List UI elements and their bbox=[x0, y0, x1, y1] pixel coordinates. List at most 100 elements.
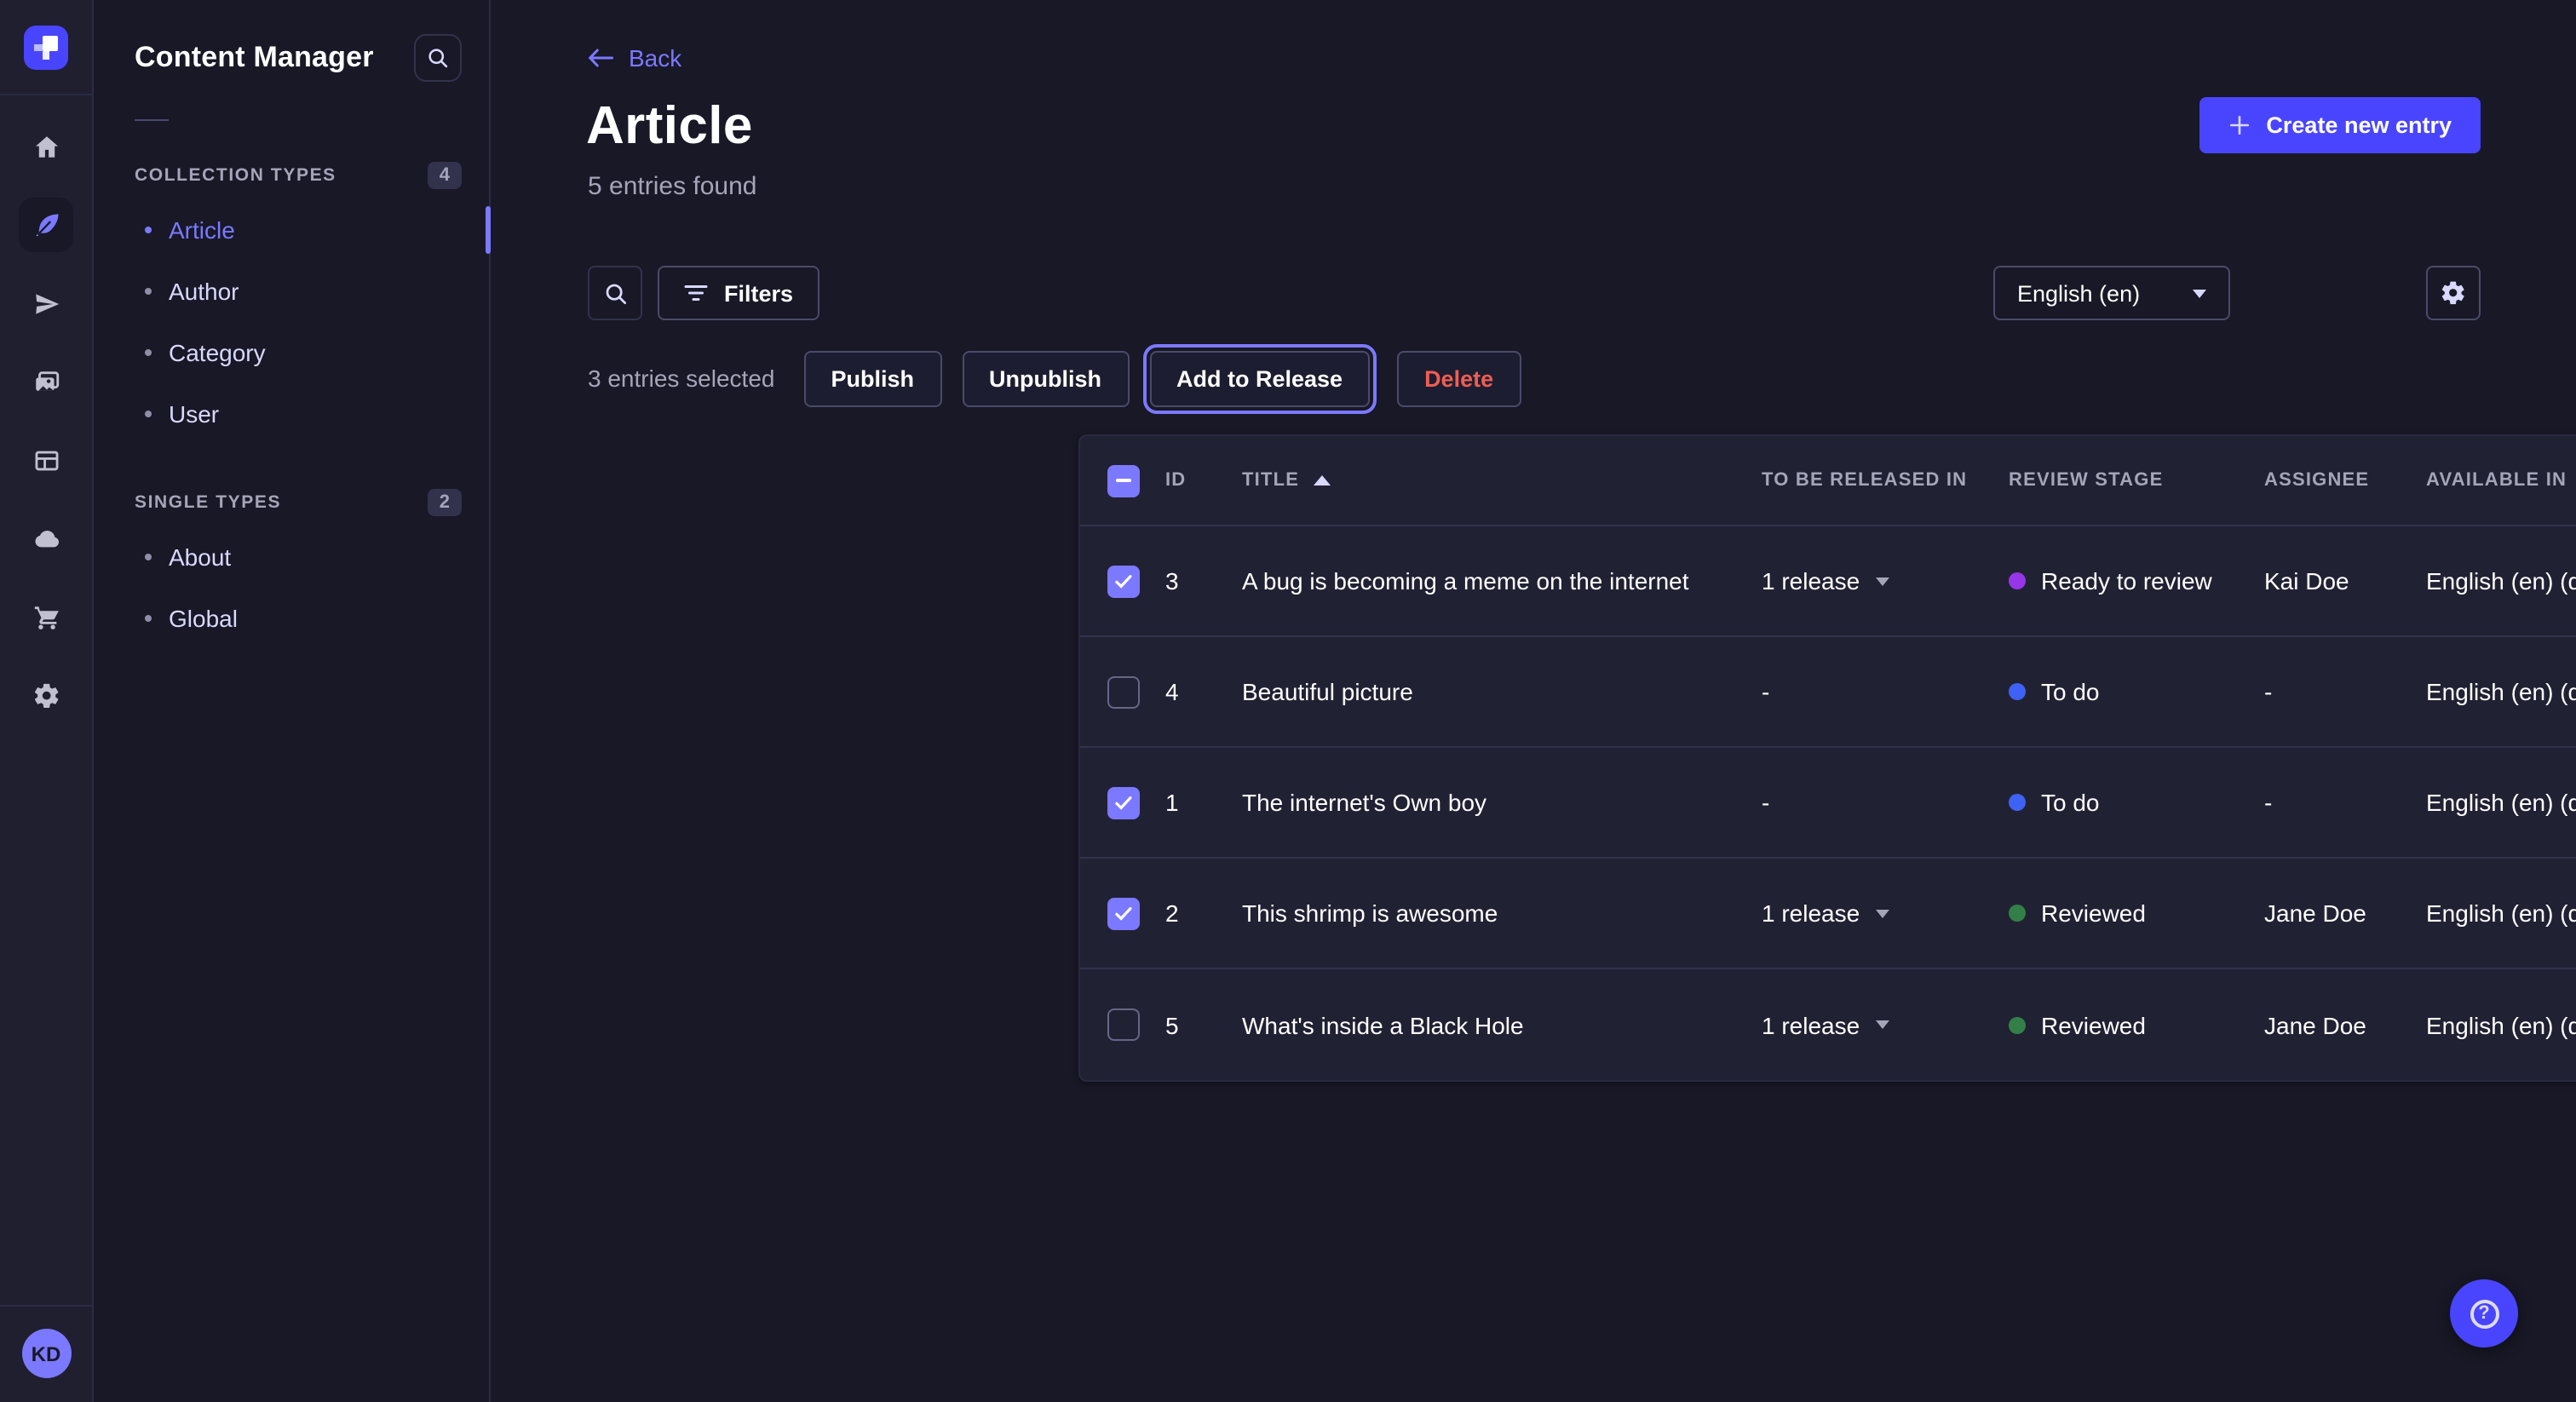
question-mark-icon: ? bbox=[2470, 1299, 2498, 1328]
cell-review-stage: To do bbox=[2009, 678, 2264, 705]
view-settings-button[interactable] bbox=[2426, 266, 2481, 320]
sidebar-item-global[interactable]: Global bbox=[94, 588, 489, 649]
filters-label: Filters bbox=[724, 280, 793, 306]
section-count-badge: 4 bbox=[428, 162, 462, 189]
available-locale: English (en) (default) bbox=[2426, 789, 2576, 816]
nav-releases[interactable] bbox=[19, 276, 73, 330]
cell-available-in: English (en) (default) bbox=[2426, 567, 2576, 595]
section-count-badge: 2 bbox=[428, 489, 462, 516]
table-header-row: ID TITLE TO BE RELEASED IN REVIEW STAGE … bbox=[1080, 436, 2576, 526]
table-row[interactable]: 2 This shrimp is awesome 1 release Revie… bbox=[1080, 859, 2576, 969]
bullet-icon bbox=[145, 411, 152, 417]
entries-count: 5 entries found bbox=[588, 172, 757, 201]
strapi-logo[interactable] bbox=[24, 25, 68, 69]
review-stage-dot bbox=[2009, 1016, 2026, 1033]
cell-release: 1 release bbox=[1762, 1011, 2009, 1038]
table-row[interactable]: 3 A bug is becoming a meme on the intern… bbox=[1080, 526, 2576, 637]
cell-available-in: English (en) (default) bbox=[2426, 1011, 2576, 1038]
section-label: SINGLE TYPES bbox=[135, 492, 281, 513]
sidebar-section-header[interactable]: SINGLE TYPES 2 bbox=[94, 475, 489, 526]
column-header-id[interactable]: ID bbox=[1165, 470, 1242, 491]
publish-button[interactable]: Publish bbox=[803, 350, 941, 406]
table-row[interactable]: 4 Beautiful picture - To do - English (e… bbox=[1080, 637, 2576, 748]
table-body: 3 A bug is becoming a meme on the intern… bbox=[1080, 526, 2576, 1080]
nav-settings[interactable] bbox=[19, 668, 73, 722]
feather-icon bbox=[32, 210, 60, 239]
release-dropdown-icon[interactable] bbox=[1875, 909, 1889, 917]
cloud-icon bbox=[32, 524, 60, 553]
cell-release: 1 release bbox=[1762, 567, 2009, 595]
sidebar-item-about[interactable]: About bbox=[94, 526, 489, 588]
review-stage-label: To do bbox=[2041, 789, 2100, 816]
gear-icon bbox=[32, 681, 60, 710]
cell-id: 5 bbox=[1165, 1011, 1242, 1038]
release-dropdown-icon[interactable] bbox=[1875, 1020, 1889, 1029]
nav-home[interactable] bbox=[19, 119, 73, 174]
sidebar-section-header[interactable]: COLLECTION TYPES 4 bbox=[94, 148, 489, 199]
home-icon bbox=[32, 132, 60, 161]
arrow-left-icon bbox=[588, 48, 613, 68]
nav-media-library[interactable] bbox=[19, 354, 73, 409]
nav-content-manager[interactable] bbox=[19, 198, 73, 252]
back-link[interactable]: Back bbox=[588, 44, 681, 72]
available-locale: English (en) (default) bbox=[2426, 678, 2576, 705]
content-manager-sidebar: Content Manager COLLECTION TYPES 4 Artic… bbox=[94, 0, 491, 1402]
row-checkbox[interactable] bbox=[1107, 675, 1139, 708]
sidebar-item-label: Article bbox=[169, 216, 235, 244]
sidebar-title: Content Manager bbox=[135, 41, 374, 75]
locale-select[interactable]: English (en) bbox=[1993, 266, 2230, 320]
row-checkbox[interactable] bbox=[1107, 786, 1139, 819]
plus-icon bbox=[2228, 114, 2251, 136]
section-label: COLLECTION TYPES bbox=[135, 165, 336, 186]
nav-cloud[interactable] bbox=[19, 511, 73, 566]
delete-button[interactable]: Delete bbox=[1397, 350, 1521, 406]
select-all-checkbox[interactable] bbox=[1107, 464, 1139, 497]
release-count: 1 release bbox=[1762, 1011, 1860, 1038]
cell-id: 3 bbox=[1165, 567, 1242, 595]
row-checkbox[interactable] bbox=[1107, 565, 1139, 597]
row-checkbox[interactable] bbox=[1107, 897, 1139, 929]
gear-icon bbox=[2440, 279, 2467, 307]
row-checkbox[interactable] bbox=[1107, 1008, 1139, 1041]
review-stage-label: Reviewed bbox=[2041, 1011, 2146, 1038]
sidebar-item-label: User bbox=[169, 400, 219, 428]
filters-button[interactable]: Filters bbox=[658, 266, 819, 320]
create-new-entry-button[interactable]: Create new entry bbox=[2199, 97, 2481, 153]
search-icon bbox=[426, 46, 450, 70]
column-header-title[interactable]: TITLE bbox=[1242, 470, 1762, 491]
nav-content-type-builder[interactable] bbox=[19, 433, 73, 487]
filter-icon bbox=[683, 283, 709, 303]
help-button[interactable]: ? bbox=[2450, 1279, 2518, 1347]
table-row[interactable]: 5 What's inside a Black Hole 1 release R… bbox=[1080, 969, 2576, 1080]
layout-icon bbox=[32, 445, 60, 474]
bullet-icon bbox=[145, 288, 152, 295]
review-stage-dot bbox=[2009, 794, 2026, 811]
sidebar-search-button[interactable] bbox=[414, 34, 462, 82]
create-new-entry-label: Create new entry bbox=[2266, 112, 2452, 138]
cell-release: - bbox=[1762, 678, 2009, 705]
table-row[interactable]: 1 The internet's Own boy - To do - Engli… bbox=[1080, 748, 2576, 859]
bullet-icon bbox=[145, 227, 152, 233]
available-locale: English (en) (default) bbox=[2426, 1011, 2576, 1038]
release-dropdown-icon[interactable] bbox=[1875, 577, 1889, 585]
sidebar-item-category[interactable]: Category bbox=[94, 322, 489, 383]
cell-review-stage: Reviewed bbox=[2009, 1011, 2264, 1038]
main-content: Back Article 5 entries found Create new … bbox=[491, 0, 2576, 1402]
check-icon bbox=[1113, 795, 1132, 810]
review-stage-label: Reviewed bbox=[2041, 899, 2146, 927]
sidebar-item-article[interactable]: Article bbox=[94, 199, 489, 261]
cell-id: 2 bbox=[1165, 899, 1242, 927]
review-stage-label: Ready to review bbox=[2041, 567, 2212, 595]
release-count: - bbox=[1762, 789, 1769, 816]
sidebar-item-author[interactable]: Author bbox=[94, 261, 489, 322]
nav-marketplace[interactable] bbox=[19, 589, 73, 644]
cell-title: What's inside a Black Hole bbox=[1242, 1011, 1762, 1038]
user-avatar[interactable]: KD bbox=[21, 1329, 71, 1378]
search-button[interactable] bbox=[588, 266, 642, 320]
workspace-logo-container bbox=[0, 0, 93, 95]
unpublish-button[interactable]: Unpublish bbox=[962, 350, 1129, 406]
add-to-release-button[interactable]: Add to Release bbox=[1149, 350, 1370, 406]
sidebar-item-user[interactable]: User bbox=[94, 383, 489, 445]
sidebar-sections: COLLECTION TYPES 4 Article Author Catego… bbox=[94, 148, 489, 680]
cell-title: The internet's Own boy bbox=[1242, 789, 1762, 816]
